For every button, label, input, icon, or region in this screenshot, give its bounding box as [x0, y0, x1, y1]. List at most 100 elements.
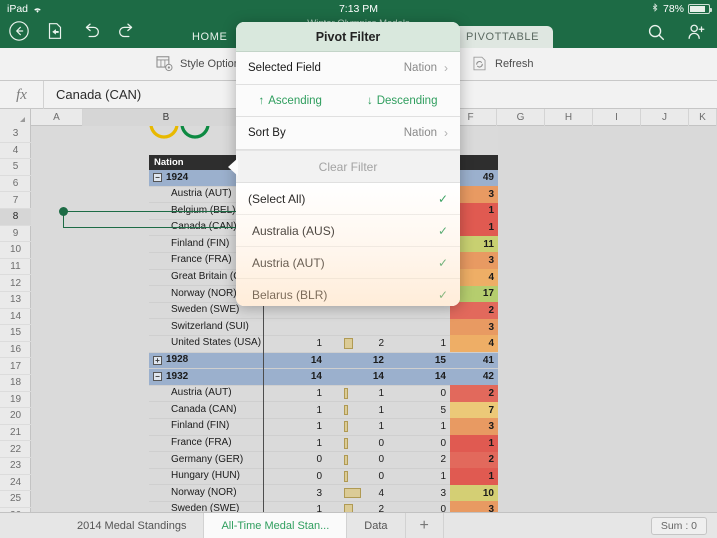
row-header-12[interactable]: 12	[0, 275, 31, 292]
row-header-18[interactable]: 18	[0, 375, 31, 392]
col-header-A[interactable]: A	[31, 109, 83, 126]
data-bar	[344, 388, 348, 399]
pivot-value-total: 49	[483, 172, 494, 183]
row-header-6[interactable]: 6	[0, 176, 31, 193]
pivot-cell-gold: 3	[264, 485, 326, 502]
filter-item[interactable]: (Select All)✓	[236, 183, 460, 215]
pivot-row-label: France (FRA)	[171, 252, 232, 269]
filter-item-list[interactable]: (Select All)✓Australia (AUS)✓Austria (AU…	[236, 183, 460, 306]
pivot-detail-row[interactable]: Sweden (SWE)1203	[149, 502, 498, 512]
pivot-group-row[interactable]: +192814121541	[149, 353, 498, 370]
sheet-tab-data[interactable]: Data	[347, 513, 405, 538]
row-header-16[interactable]: 16	[0, 342, 31, 359]
data-bar	[344, 421, 348, 432]
pivot-group-row[interactable]: −193214141442	[149, 369, 498, 386]
col-header-J[interactable]: J	[641, 109, 689, 126]
pivot-detail-row[interactable]: Austria (AUT)1102	[149, 386, 498, 403]
pivot-value-bronze: 0	[440, 438, 446, 449]
pivot-row-label: Germany (GER)	[171, 452, 243, 469]
row-header-24[interactable]: 24	[0, 475, 31, 492]
add-sheet-button[interactable]: +	[406, 513, 444, 538]
row-header-23[interactable]: 23	[0, 458, 31, 475]
pivot-value-total: 3	[488, 322, 494, 333]
collapse-icon[interactable]: −	[153, 173, 162, 182]
sheet-tab-all-time-medal-standings[interactable]: All-Time Medal Stan...	[204, 513, 347, 538]
col-header-B[interactable]: B	[83, 109, 250, 126]
tab-pivottable[interactable]: PIVOTTABLE	[452, 26, 553, 48]
row-header-19[interactable]: 19	[0, 392, 31, 409]
pivot-value-total: 3	[488, 189, 494, 200]
row-header-14[interactable]: 14	[0, 309, 31, 326]
pivot-value-silver: 1	[378, 405, 384, 416]
pivot-cell-total: 3	[450, 418, 498, 435]
pivot-detail-row[interactable]: United States (USA)1214	[149, 336, 498, 353]
row-header-7[interactable]: 7	[0, 192, 31, 209]
pivot-cell-gold: 0	[264, 452, 326, 469]
pivot-detail-row[interactable]: Hungary (HUN)0011	[149, 469, 498, 486]
sheet-tab-2014-medal-standings[interactable]: 2014 Medal Standings	[60, 513, 204, 538]
pivot-value-silver: 1	[378, 388, 384, 399]
pivot-cell-silver: 2	[326, 501, 388, 512]
sort-by-row[interactable]: Sort By Nation ›	[236, 117, 460, 150]
style-options-button[interactable]: Style Options	[155, 54, 245, 73]
pivot-cell-silver: 1	[326, 418, 388, 435]
pivot-row-label: 1932	[166, 369, 188, 386]
pivot-filter-popover[interactable]: Pivot Filter Selected Field Nation › ↑ A…	[236, 22, 460, 306]
pivot-cell-total: 4	[450, 335, 498, 352]
table-style-icon	[155, 54, 174, 73]
pivot-detail-row[interactable]: Finland (FIN)1113	[149, 419, 498, 436]
filter-item[interactable]: Australia (AUS)✓	[236, 215, 460, 247]
pivot-detail-row[interactable]: Canada (CAN)1157	[149, 402, 498, 419]
row-header-15[interactable]: 15	[0, 325, 31, 342]
filter-item[interactable]: Belarus (BLR)✓	[236, 279, 460, 306]
status-time: 7:13 PM	[0, 3, 717, 15]
row-header-8[interactable]: 8	[0, 209, 31, 226]
clear-filter-button[interactable]: Clear Filter	[236, 150, 460, 183]
pivot-row-label: Sweden (SWE)	[171, 501, 239, 512]
row-header-4[interactable]: 4	[0, 143, 31, 160]
row-header-21[interactable]: 21	[0, 425, 31, 442]
pivot-cell-bronze: 1	[388, 335, 450, 352]
refresh-button[interactable]: Refresh	[470, 54, 534, 73]
pivot-detail-row[interactable]: Germany (GER)0022	[149, 452, 498, 469]
selection-handle-start[interactable]	[59, 207, 68, 216]
filter-item[interactable]: Austria (AUT)✓	[236, 247, 460, 279]
pivot-cell-gold: 0	[264, 468, 326, 485]
sort-descending-button[interactable]: ↓ Descending	[367, 95, 437, 107]
row-header-13[interactable]: 13	[0, 292, 31, 309]
col-header-G[interactable]: G	[497, 109, 545, 126]
row-header-25[interactable]: 25	[0, 491, 31, 508]
row-header-20[interactable]: 20	[0, 408, 31, 425]
row-header-22[interactable]: 22	[0, 441, 31, 458]
pivot-detail-row[interactable]: France (FRA)1001	[149, 436, 498, 453]
tab-home[interactable]: HOME	[178, 26, 241, 48]
select-all-corner[interactable]	[0, 109, 31, 126]
pivot-row-label: Canada (CAN)	[171, 219, 237, 236]
row-header-17[interactable]: 17	[0, 358, 31, 375]
formula-input[interactable]: Canada (CAN)	[44, 87, 141, 102]
pivot-detail-row[interactable]: Switzerland (SUI)3	[149, 319, 498, 336]
pivot-value-total: 4	[488, 338, 494, 349]
col-header-K[interactable]: K	[689, 109, 717, 126]
olympic-rings-image	[121, 126, 241, 144]
pivot-header-label: Nation	[154, 157, 184, 168]
collapse-icon[interactable]: −	[153, 372, 162, 381]
row-header-9[interactable]: 9	[0, 226, 31, 243]
col-header-H[interactable]: H	[545, 109, 593, 126]
pivot-value-silver: 0	[378, 471, 384, 482]
row-header-11[interactable]: 11	[0, 259, 31, 276]
sort-ascending-button[interactable]: ↑ Ascending	[259, 95, 322, 107]
row-header-5[interactable]: 5	[0, 159, 31, 176]
pivot-value-bronze: 1	[440, 421, 446, 432]
pivot-value-bronze: 5	[440, 405, 446, 416]
pivot-row-label: Canada (CAN)	[171, 402, 237, 419]
selected-field-row[interactable]: Selected Field Nation ›	[236, 52, 460, 85]
pivot-detail-row[interactable]: Norway (NOR)34310	[149, 485, 498, 502]
col-header-I[interactable]: I	[593, 109, 641, 126]
row-header-10[interactable]: 10	[0, 242, 31, 259]
row-header-3[interactable]: 3	[0, 126, 31, 143]
pivot-cell-silver: 12	[326, 352, 388, 369]
expand-icon[interactable]: +	[153, 356, 162, 365]
pivot-cell-bronze: 1	[388, 468, 450, 485]
pivot-row-label: Finland (FIN)	[171, 236, 229, 253]
